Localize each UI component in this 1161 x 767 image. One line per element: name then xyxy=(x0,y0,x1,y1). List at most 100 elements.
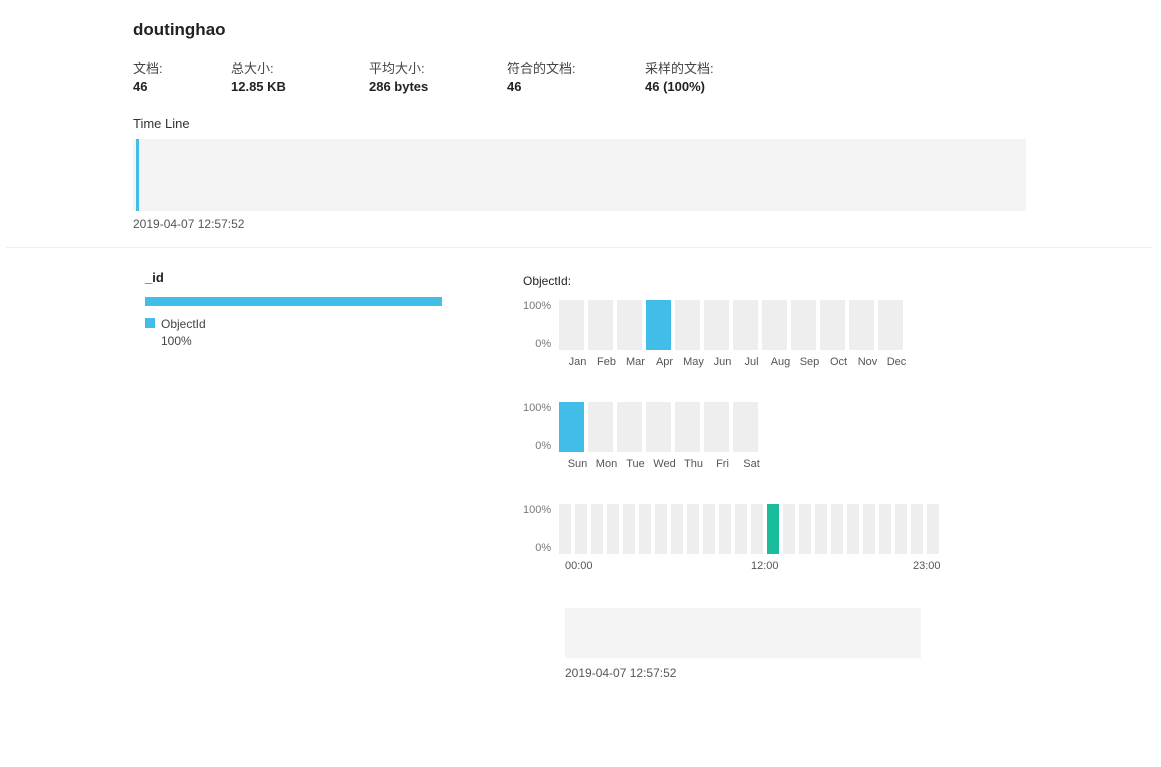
timeline-title: Time Line xyxy=(133,116,1053,131)
month-bar-nov[interactable] xyxy=(849,300,874,350)
y-tick-high: 100% xyxy=(523,402,551,414)
hour-bar-6[interactable] xyxy=(655,504,667,554)
month-bar-sep[interactable] xyxy=(791,300,816,350)
objectid-title: ObjectId: xyxy=(523,274,943,288)
x-tick: Mar xyxy=(623,356,648,368)
legend-swatch xyxy=(145,318,155,328)
bar-fill xyxy=(559,402,584,452)
month-bar-may[interactable] xyxy=(675,300,700,350)
dow-bar-thu[interactable] xyxy=(675,402,700,452)
month-bar-jul[interactable] xyxy=(733,300,758,350)
x-tick: Thu xyxy=(681,458,706,470)
stat-label: 符合的文档: xyxy=(507,58,607,77)
hour-bar-16[interactable] xyxy=(815,504,827,554)
hour-bar-4[interactable] xyxy=(623,504,635,554)
y-tick-high: 100% xyxy=(523,300,551,312)
month-bar-oct[interactable] xyxy=(820,300,845,350)
month-bar-apr[interactable] xyxy=(646,300,671,350)
stat-value: 12.85 KB xyxy=(231,79,331,94)
dow-bar-tue[interactable] xyxy=(617,402,642,452)
dow-bar-mon[interactable] xyxy=(588,402,613,452)
stat-label: 总大小: xyxy=(231,58,331,77)
x-tick: Feb xyxy=(594,356,619,368)
timeline-chart[interactable] xyxy=(133,139,1026,211)
dow-bar-sun[interactable] xyxy=(559,402,584,452)
hour-bar-11[interactable] xyxy=(735,504,747,554)
sub-timeline-caption: 2019-04-07 12:57:52 xyxy=(565,666,943,680)
dow-chart: 100% 0% SunMonTueWedThuFriSat xyxy=(523,402,943,470)
x-tick: Oct xyxy=(826,356,851,368)
hour-chart: 100% 0% 00:00 12:00 23:00 xyxy=(523,504,943,574)
field-legend: ObjectId 100% xyxy=(145,316,523,350)
hour-x-end: 23:00 xyxy=(913,560,941,572)
month-bar-aug[interactable] xyxy=(762,300,787,350)
stat-label: 采样的文档: xyxy=(645,58,745,77)
x-tick: Sun xyxy=(565,458,590,470)
x-tick: Sat xyxy=(739,458,764,470)
hour-x-mid: 12:00 xyxy=(751,560,779,572)
y-tick-low: 0% xyxy=(535,440,551,452)
hour-bar-19[interactable] xyxy=(863,504,875,554)
hour-bar-12[interactable] xyxy=(751,504,763,554)
dow-bar-wed[interactable] xyxy=(646,402,671,452)
stat-sampled-docs: 采样的文档: 46 (100%) xyxy=(645,58,745,94)
x-tick: Jul xyxy=(739,356,764,368)
page-title: doutinghao xyxy=(133,20,1053,40)
hour-bar-7[interactable] xyxy=(671,504,683,554)
month-bar-feb[interactable] xyxy=(588,300,613,350)
x-tick: Sep xyxy=(797,356,822,368)
timeline-caption: 2019-04-07 12:57:52 xyxy=(133,217,1053,231)
hour-bar-2[interactable] xyxy=(591,504,603,554)
month-chart: 100% 0% JanFebMarAprMayJunJulAugSepOctNo… xyxy=(523,300,943,368)
stat-avg-size: 平均大小: 286 bytes xyxy=(369,58,469,94)
hour-bar-5[interactable] xyxy=(639,504,651,554)
hour-bar-3[interactable] xyxy=(607,504,619,554)
hour-bar-14[interactable] xyxy=(783,504,795,554)
x-tick: Aug xyxy=(768,356,793,368)
dow-bar-fri[interactable] xyxy=(704,402,729,452)
stat-label: 文档: xyxy=(133,58,193,77)
hour-bar-23[interactable] xyxy=(927,504,939,554)
dow-bars[interactable] xyxy=(559,402,758,452)
hour-bar-9[interactable] xyxy=(703,504,715,554)
hour-bar-1[interactable] xyxy=(575,504,587,554)
hour-bar-20[interactable] xyxy=(879,504,891,554)
y-axis: 100% 0% xyxy=(523,300,559,350)
legend-percent: 100% xyxy=(161,334,192,348)
x-tick: Mon xyxy=(594,458,619,470)
hour-bar-22[interactable] xyxy=(911,504,923,554)
field-type-bar[interactable] xyxy=(145,297,442,306)
dow-bar-sat[interactable] xyxy=(733,402,758,452)
hour-bar-17[interactable] xyxy=(831,504,843,554)
hour-bar-13[interactable] xyxy=(767,504,779,554)
month-x-axis: JanFebMarAprMayJunJulAugSepOctNovDec xyxy=(565,356,943,368)
stat-value: 286 bytes xyxy=(369,79,469,94)
month-bars[interactable] xyxy=(559,300,903,350)
month-bar-jan[interactable] xyxy=(559,300,584,350)
hour-bar-21[interactable] xyxy=(895,504,907,554)
hour-bar-0[interactable] xyxy=(559,504,571,554)
hour-bars[interactable] xyxy=(559,504,939,554)
stat-documents: 文档: 46 xyxy=(133,58,193,94)
sub-timeline[interactable] xyxy=(565,608,921,658)
y-tick-high: 100% xyxy=(523,504,551,516)
month-bar-dec[interactable] xyxy=(878,300,903,350)
stat-value: 46 (100%) xyxy=(645,79,745,94)
x-tick: Fri xyxy=(710,458,735,470)
stat-matching-docs: 符合的文档: 46 xyxy=(507,58,607,94)
x-tick: Apr xyxy=(652,356,677,368)
y-tick-low: 0% xyxy=(535,542,551,554)
y-tick-low: 0% xyxy=(535,338,551,350)
x-tick: Dec xyxy=(884,356,909,368)
hour-bar-15[interactable] xyxy=(799,504,811,554)
month-bar-mar[interactable] xyxy=(617,300,642,350)
stat-total-size: 总大小: 12.85 KB xyxy=(231,58,331,94)
hour-bar-10[interactable] xyxy=(719,504,731,554)
month-bar-jun[interactable] xyxy=(704,300,729,350)
bar-fill xyxy=(767,504,779,554)
field-type-bar-fill xyxy=(145,297,442,306)
hour-x-axis: 00:00 12:00 23:00 xyxy=(565,560,945,574)
hour-bar-18[interactable] xyxy=(847,504,859,554)
stat-value: 46 xyxy=(507,79,607,94)
hour-bar-8[interactable] xyxy=(687,504,699,554)
